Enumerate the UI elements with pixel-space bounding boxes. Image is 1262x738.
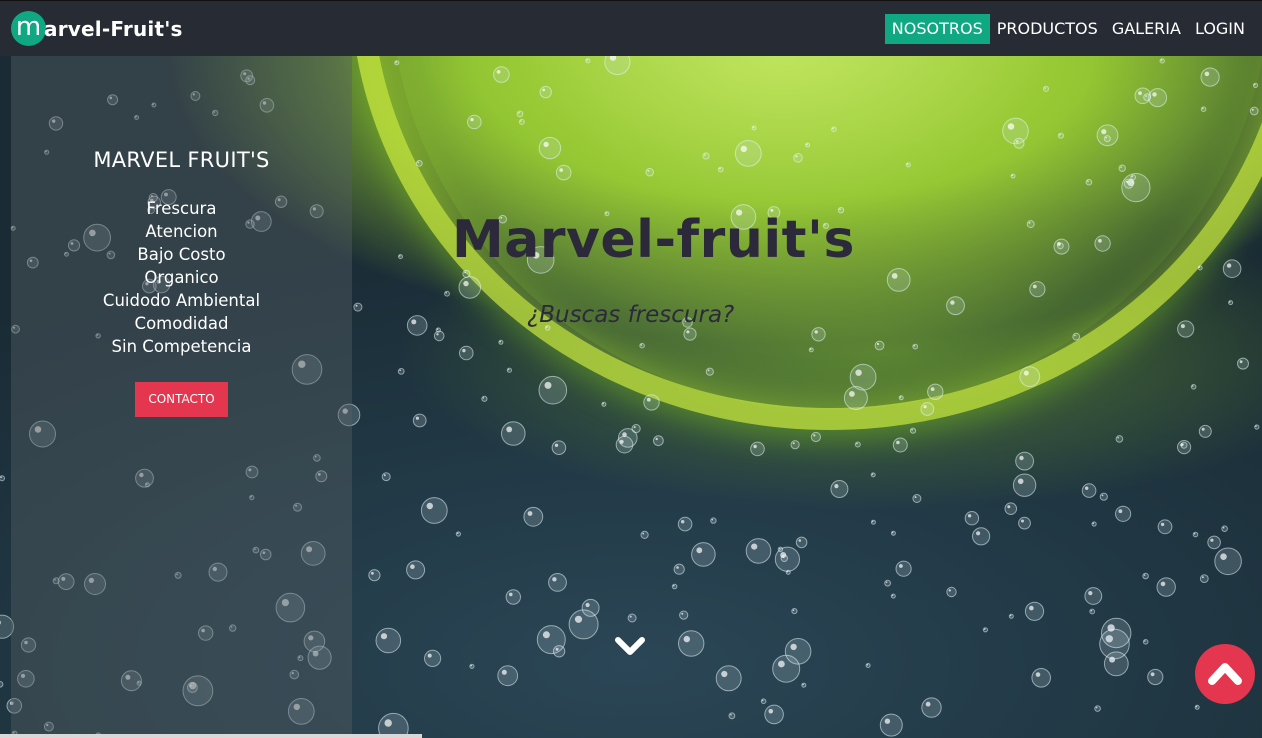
feature-item: Comodidad	[134, 314, 229, 333]
sidebar-title: MARVEL FRUIT'S	[93, 148, 270, 172]
nav-link-login[interactable]: LOGIN	[1188, 14, 1252, 44]
chevron-down-icon[interactable]	[614, 634, 646, 658]
sidebar: MARVEL FRUIT'S Frescura Atencion Bajo Co…	[11, 56, 352, 738]
horizontal-scrollbar[interactable]	[0, 734, 422, 738]
feature-item: Cuidodo Ambiental	[102, 291, 261, 310]
brand-logo: m	[11, 11, 46, 46]
brand[interactable]: m arvel-Fruit's	[11, 11, 183, 46]
nav-link-nosotros[interactable]: NOSOTROS	[884, 14, 990, 44]
hero-subtitle: ¿Buscas frescura?	[527, 302, 735, 328]
feature-item: Frescura	[146, 199, 217, 218]
nav-links: NOSOTROS PRODUCTOS GALERIA LOGIN	[884, 14, 1252, 44]
feature-item: Organico	[144, 268, 219, 287]
navbar: m arvel-Fruit's NOSOTROS PRODUCTOS GALER…	[0, 0, 1262, 56]
feature-item: Sin Competencia	[111, 337, 252, 356]
features-list: Frescura Atencion Bajo Costo Organico Cu…	[11, 197, 352, 358]
feature-item: Atencion	[145, 222, 218, 241]
brand-name: arvel-Fruit's	[44, 16, 183, 41]
hero-title: Marvel-fruit's	[452, 210, 855, 270]
contact-button[interactable]: CONTACTO	[135, 382, 228, 417]
back-to-top-button[interactable]	[1195, 644, 1255, 704]
chevron-up-icon	[1208, 663, 1242, 685]
feature-item: Bajo Costo	[137, 245, 226, 264]
nav-link-galeria[interactable]: GALERIA	[1105, 14, 1188, 44]
nav-link-productos[interactable]: PRODUCTOS	[990, 14, 1105, 44]
